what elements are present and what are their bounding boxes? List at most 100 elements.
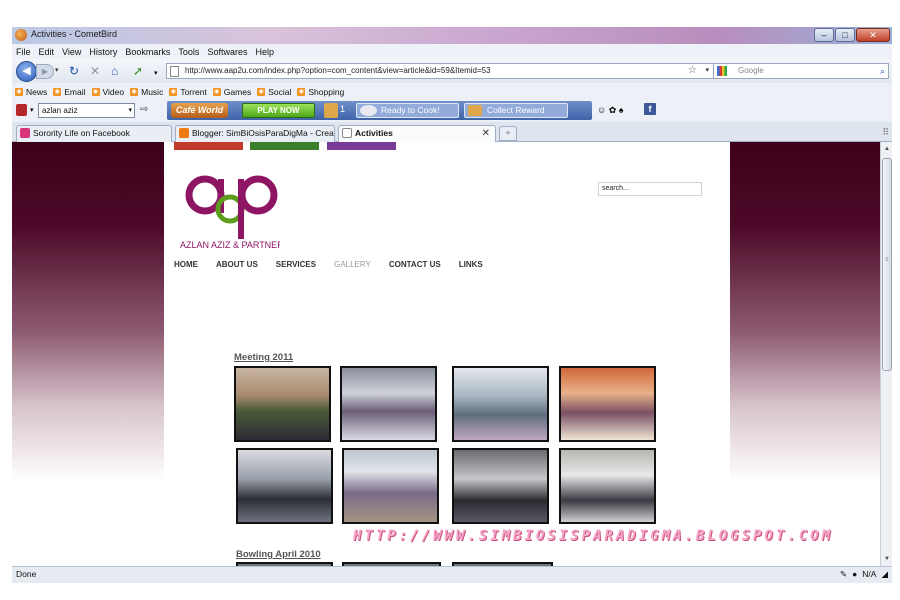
collect-reward-button[interactable]: Collect Reward: [464, 103, 568, 118]
section-bowling-april-2010[interactable]: Bowling April 2010: [236, 549, 321, 560]
page-icon: [170, 66, 179, 77]
menu-tools[interactable]: Tools: [178, 47, 199, 57]
top-color-tab-green[interactable]: [250, 142, 319, 150]
scroll-thumb[interactable]: ≡: [882, 158, 892, 371]
bookmark-games[interactable]: ◉ Games: [212, 87, 251, 97]
minimize-button[interactable]: ‒: [814, 28, 834, 42]
bookmark-torrent[interactable]: ◉ Torrent: [169, 86, 207, 97]
toolbar-search-dropdown-icon[interactable]: ▾: [128, 104, 132, 117]
browser-window: Activities - CometBird ‒ □ ✕ File Edit V…: [12, 27, 892, 583]
bookmark-news[interactable]: ◉ News: [15, 87, 47, 97]
reload-icon[interactable]: ↻: [69, 64, 79, 78]
bookmark-social[interactable]: ◉ Social: [257, 87, 291, 97]
menu-bookmarks[interactable]: Bookmarks: [125, 47, 170, 57]
site-search-input[interactable]: search...: [598, 182, 702, 196]
ready-to-cook-label: Ready to Cook!: [381, 105, 440, 115]
resize-grip-icon[interactable]: ◢: [881, 567, 888, 582]
tab-blogger[interactable]: Blogger: SimBiOsisParaDigMa - Create ...: [175, 125, 335, 142]
page-viewport: AZLAN AZIZ & PARTNERS search... HOME ABO…: [12, 142, 880, 566]
menu-edit[interactable]: Edit: [39, 47, 55, 57]
facebook-icon[interactable]: f: [644, 103, 656, 115]
tab-sorority-life[interactable]: Sorority Life on Facebook: [16, 125, 172, 142]
menu-view[interactable]: View: [62, 47, 81, 57]
gallery-photo[interactable]: [452, 448, 549, 524]
nav-about-us[interactable]: ABOUT US: [216, 260, 258, 269]
blogger-icon: [179, 128, 189, 138]
navigation-bar: ◀ ▶ ▾ ↻ ✕ ⌂ ➚ ▾ http://www.aap2u.com/ind…: [12, 59, 892, 83]
search-icon[interactable]: ⌕: [880, 64, 885, 78]
tab-list-icon[interactable]: ⠿: [882, 127, 889, 138]
section-meeting-2011[interactable]: Meeting 2011: [234, 352, 293, 363]
menu-file[interactable]: File: [16, 47, 31, 57]
toolbar-dropdown-icon[interactable]: ▾: [154, 67, 158, 81]
toolbar-go-icon[interactable]: ⇨: [140, 104, 148, 115]
cafe-world-logo[interactable]: Café World: [171, 103, 228, 118]
ready-to-cook-button[interactable]: Ready to Cook!: [356, 103, 459, 118]
gallery-photo[interactable]: [340, 366, 437, 442]
home-icon[interactable]: ⌂: [111, 64, 118, 78]
search-box[interactable]: Google ⌕: [713, 63, 889, 79]
url-bar[interactable]: http://www.aap2u.com/index.php?option=co…: [166, 63, 714, 79]
new-tab-button[interactable]: +: [499, 126, 517, 141]
stop-icon[interactable]: ✕: [90, 64, 100, 78]
menu-softwares[interactable]: Softwares: [207, 47, 247, 57]
gallery-photo[interactable]: [559, 366, 656, 442]
gift-icon[interactable]: [324, 103, 338, 118]
gallery-photo[interactable]: [559, 448, 656, 524]
paperclip-icon[interactable]: ✎: [840, 567, 847, 582]
sorority-life-icon: [20, 128, 30, 138]
url-dropdown-icon[interactable]: ▾: [705, 64, 709, 78]
nav-links[interactable]: LINKS: [459, 260, 483, 269]
play-now-button[interactable]: PLAY NOW: [242, 103, 315, 118]
addon-icons[interactable]: ☺ ✿ ♠: [597, 105, 624, 116]
bookmark-email[interactable]: ◉ Email: [53, 87, 86, 97]
back-button[interactable]: ◀: [16, 61, 37, 82]
maximize-button[interactable]: □: [835, 28, 855, 42]
tab-label: Activities: [355, 128, 393, 138]
gallery-photo[interactable]: [236, 448, 333, 524]
nav-home[interactable]: HOME: [174, 260, 198, 269]
bookmark-add-icon[interactable]: ➚: [133, 64, 143, 78]
bookmark-label: Music: [141, 86, 164, 97]
toolbar-search-value: azlan aziz: [42, 106, 78, 115]
nav-services[interactable]: SERVICES: [276, 260, 316, 269]
close-tab-icon[interactable]: ✕: [482, 126, 490, 141]
nav-contact-us[interactable]: CONTACT US: [389, 260, 441, 269]
gallery-photo[interactable]: [234, 366, 331, 442]
menu-history[interactable]: History: [89, 47, 117, 57]
scroll-up-icon[interactable]: ▲: [882, 144, 892, 154]
vertical-scrollbar[interactable]: ▲ ≡ ▼: [880, 142, 892, 566]
bookmark-music[interactable]: ◉ Music: [130, 87, 163, 97]
logo-text: AZLAN AZIZ & PARTNERS: [180, 240, 280, 250]
google-icon: [717, 66, 727, 76]
title-bar: Activities - CometBird ‒ □ ✕: [12, 27, 892, 44]
bookmark-label: Social: [268, 86, 292, 97]
gallery-photo[interactable]: [452, 366, 549, 442]
status-globe-icon[interactable]: ●: [852, 567, 857, 582]
toolbar-search-input[interactable]: azlan aziz ▾: [38, 103, 135, 118]
menu-help[interactable]: Help: [255, 47, 274, 57]
gallery-photo[interactable]: [342, 448, 439, 524]
close-button[interactable]: ✕: [856, 28, 890, 42]
search-placeholder: Google: [738, 66, 764, 75]
top-color-tab-purple[interactable]: [327, 142, 396, 150]
bookmark-label: Torrent: [180, 86, 207, 97]
scroll-down-icon[interactable]: ▼: [882, 554, 892, 564]
bookmarks-bar: ◉ News ◉ Email ◉ Video ◉ Music ◉ Torrent ◉ Gam…: [12, 83, 892, 100]
aap-logo[interactable]: AZLAN AZIZ & PARTNERS: [180, 164, 280, 250]
top-color-tab-red[interactable]: [174, 142, 243, 150]
addon-toolbar: ▾ azlan aziz ▾ ⇨ Café World PLAY NOW 1 R…: [12, 100, 892, 122]
back-arrow-icon: ◀: [22, 65, 31, 77]
rss-icon: ◉: [91, 87, 100, 96]
toolbar-menu-dropdown-icon[interactable]: ▾: [30, 106, 34, 114]
tab-activities[interactable]: Activities ✕: [338, 125, 496, 142]
horse-icon[interactable]: [16, 104, 27, 116]
history-dropdown-icon[interactable]: ▾: [55, 66, 59, 74]
bookmark-star-icon[interactable]: ☆: [688, 64, 697, 78]
reward-icon: [468, 105, 482, 116]
forward-button[interactable]: ▶: [36, 64, 54, 79]
bookmark-shopping[interactable]: ◉ Shopping: [297, 87, 344, 97]
tab-label: Sorority Life on Facebook: [33, 128, 130, 138]
nav-gallery[interactable]: GALLERY: [334, 260, 371, 269]
bookmark-video[interactable]: ◉ Video: [91, 87, 124, 97]
